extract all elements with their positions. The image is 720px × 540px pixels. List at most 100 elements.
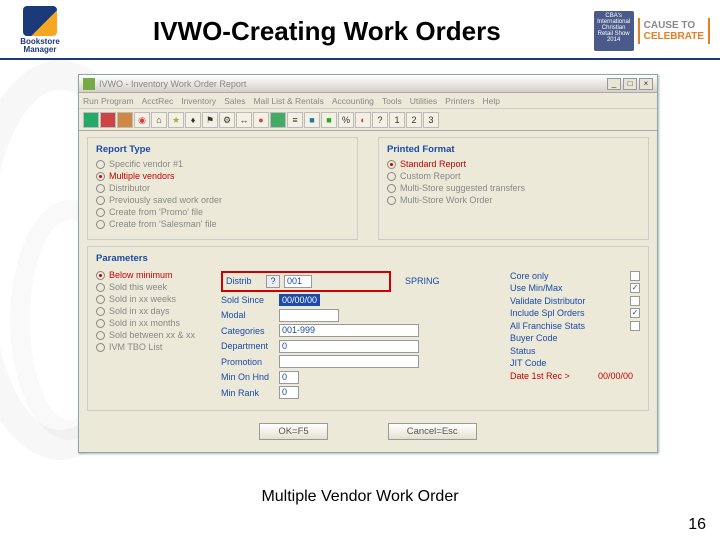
promotion-input[interactable]: [279, 355, 419, 368]
jit-code-row: JIT Code: [510, 358, 640, 368]
check-core-only[interactable]: Core only: [510, 271, 640, 281]
window-title: IVWO - Inventory Work Order Report: [99, 79, 607, 89]
toolbar: ◉ ⌂ ★ ♦ ⚑ ⚙ ↔ ● ≡ ■ ■ % ◐ ? 1 2 3: [79, 109, 657, 131]
toolbar-num[interactable]: 1: [389, 112, 405, 128]
radio-sold-months[interactable]: Sold in xx months: [96, 318, 211, 328]
date-1st-rec-row: Date 1st Rec >00/00/00: [510, 371, 640, 381]
buyer-code-row: Buyer Code: [510, 333, 640, 343]
toolbar-icon[interactable]: ◐: [355, 112, 371, 128]
distrib-highlight: Distrib ? 001: [221, 271, 391, 292]
date-1st-rec-input[interactable]: 00/00/00: [598, 371, 640, 381]
menubar: Run Program AcctRec Inventory Sales Mail…: [79, 93, 657, 109]
toolbar-icon[interactable]: ★: [168, 112, 184, 128]
menu-item[interactable]: Mail List & Rentals: [253, 96, 323, 106]
report-type-group: Report Type Specific vendor #1 Multiple …: [87, 137, 358, 240]
radio-multistore-transfers[interactable]: Multi-Store suggested transfers: [387, 183, 640, 193]
toolbar-icon[interactable]: ↔: [236, 112, 252, 128]
cause-to-celebrate-logo: CAUSE TOCELEBRATE: [638, 18, 710, 44]
department-input[interactable]: 0: [279, 340, 419, 353]
toolbar-icon[interactable]: [117, 112, 133, 128]
sold-since-input[interactable]: 00/00/00: [279, 294, 320, 306]
distrib-lookup-button[interactable]: ?: [266, 275, 280, 288]
radio-previously-saved[interactable]: Previously saved work order: [96, 195, 349, 205]
toolbar-icon[interactable]: [270, 112, 286, 128]
radio-custom-report[interactable]: Custom Report: [387, 171, 640, 181]
menu-item[interactable]: Sales: [224, 96, 245, 106]
slide-header: BookstoreManager IVWO-Creating Work Orde…: [0, 0, 720, 60]
radio-create-promo[interactable]: Create from 'Promo' file: [96, 207, 349, 217]
toolbar-icon[interactable]: ⌂: [151, 112, 167, 128]
toolbar-icon[interactable]: ♦: [185, 112, 201, 128]
parameters-group: Parameters Below minimum Sold this week …: [87, 246, 649, 411]
close-button[interactable]: ×: [639, 78, 653, 90]
menu-item[interactable]: Accounting: [332, 96, 374, 106]
check-use-minmax[interactable]: Use Min/Max✓: [510, 283, 640, 293]
toolbar-num[interactable]: 2: [406, 112, 422, 128]
toolbar-icon[interactable]: [100, 112, 116, 128]
toolbar-icon[interactable]: %: [338, 112, 354, 128]
toolbar-icon[interactable]: ⚑: [202, 112, 218, 128]
distrib-input[interactable]: 001: [284, 275, 312, 288]
event-logo: CBA's International Christian Retail Sho…: [594, 11, 710, 51]
toolbar-icon[interactable]: ⚙: [219, 112, 235, 128]
menu-item[interactable]: Tools: [382, 96, 402, 106]
toolbar-icon[interactable]: ?: [372, 112, 388, 128]
radio-multiple-vendors[interactable]: Multiple vendors: [96, 171, 349, 181]
radio-distributor[interactable]: Distributor: [96, 183, 349, 193]
window-titlebar: IVWO - Inventory Work Order Report _ □ ×: [79, 75, 657, 93]
toolbar-icon[interactable]: ●: [253, 112, 269, 128]
radio-sold-between[interactable]: Sold between xx & xx: [96, 330, 211, 340]
cba-badge: CBA's International Christian Retail Sho…: [594, 11, 634, 51]
menu-item[interactable]: Inventory: [181, 96, 216, 106]
distrib-name: SPRING: [405, 276, 440, 286]
app-icon: [83, 78, 95, 90]
menu-item[interactable]: AcctRec: [142, 96, 174, 106]
toolbar-icon[interactable]: ■: [304, 112, 320, 128]
radio-specific-vendor[interactable]: Specific vendor #1: [96, 159, 349, 169]
radio-multistore-wo[interactable]: Multi-Store Work Order: [387, 195, 640, 205]
bookstore-manager-logo: BookstoreManager: [10, 6, 70, 56]
page-number: 16: [688, 516, 706, 534]
slide-caption: Multiple Vendor Work Order: [0, 488, 720, 506]
status-row: Status: [510, 346, 640, 356]
min-rank-label: Min Rank: [221, 388, 279, 398]
printed-format-group: Printed Format Standard Report Custom Re…: [378, 137, 649, 240]
sold-since-label: Sold Since: [221, 295, 279, 305]
group-title: Report Type: [96, 144, 349, 155]
min-rank-input[interactable]: 0: [279, 386, 299, 399]
ok-button[interactable]: OK=F5: [259, 423, 327, 440]
toolbar-icon[interactable]: [83, 112, 99, 128]
radio-below-minimum[interactable]: Below minimum: [96, 270, 211, 280]
cancel-button[interactable]: Cancel=Esc: [388, 423, 477, 440]
radio-create-salesman[interactable]: Create from 'Salesman' file: [96, 219, 349, 229]
toolbar-num[interactable]: 3: [423, 112, 439, 128]
toolbar-icon[interactable]: ■: [321, 112, 337, 128]
radio-standard-report[interactable]: Standard Report: [387, 159, 640, 169]
min-onhnd-input[interactable]: 0: [279, 371, 299, 384]
check-include-spl[interactable]: Include Spl Orders✓: [510, 308, 640, 318]
modal-input[interactable]: [279, 309, 339, 322]
distrib-label: Distrib: [226, 276, 262, 286]
toolbar-icon[interactable]: ≡: [287, 112, 303, 128]
menu-item[interactable]: Help: [482, 96, 499, 106]
group-title: Parameters: [96, 253, 640, 264]
radio-sold-days[interactable]: Sold in xx days: [96, 306, 211, 316]
group-title: Printed Format: [387, 144, 640, 155]
radio-sold-this-week[interactable]: Sold this week: [96, 282, 211, 292]
categories-input[interactable]: 001-999: [279, 324, 419, 337]
radio-sold-weeks[interactable]: Sold in xx weeks: [96, 294, 211, 304]
promotion-label: Promotion: [221, 357, 279, 367]
logo-icon: [23, 6, 57, 36]
slide-title: IVWO-Creating Work Orders: [70, 16, 594, 47]
menu-item[interactable]: Run Program: [83, 96, 134, 106]
minimize-button[interactable]: _: [607, 78, 621, 90]
department-label: Department: [221, 341, 279, 351]
modal-label: Modal: [221, 310, 279, 320]
check-all-franchise[interactable]: All Franchise Stats: [510, 321, 640, 331]
check-validate-distributor[interactable]: Validate Distributor: [510, 296, 640, 306]
toolbar-icon[interactable]: ◉: [134, 112, 150, 128]
menu-item[interactable]: Printers: [445, 96, 474, 106]
menu-item[interactable]: Utilities: [410, 96, 437, 106]
radio-ivm-tbo[interactable]: IVM TBO List: [96, 342, 211, 352]
maximize-button[interactable]: □: [623, 78, 637, 90]
